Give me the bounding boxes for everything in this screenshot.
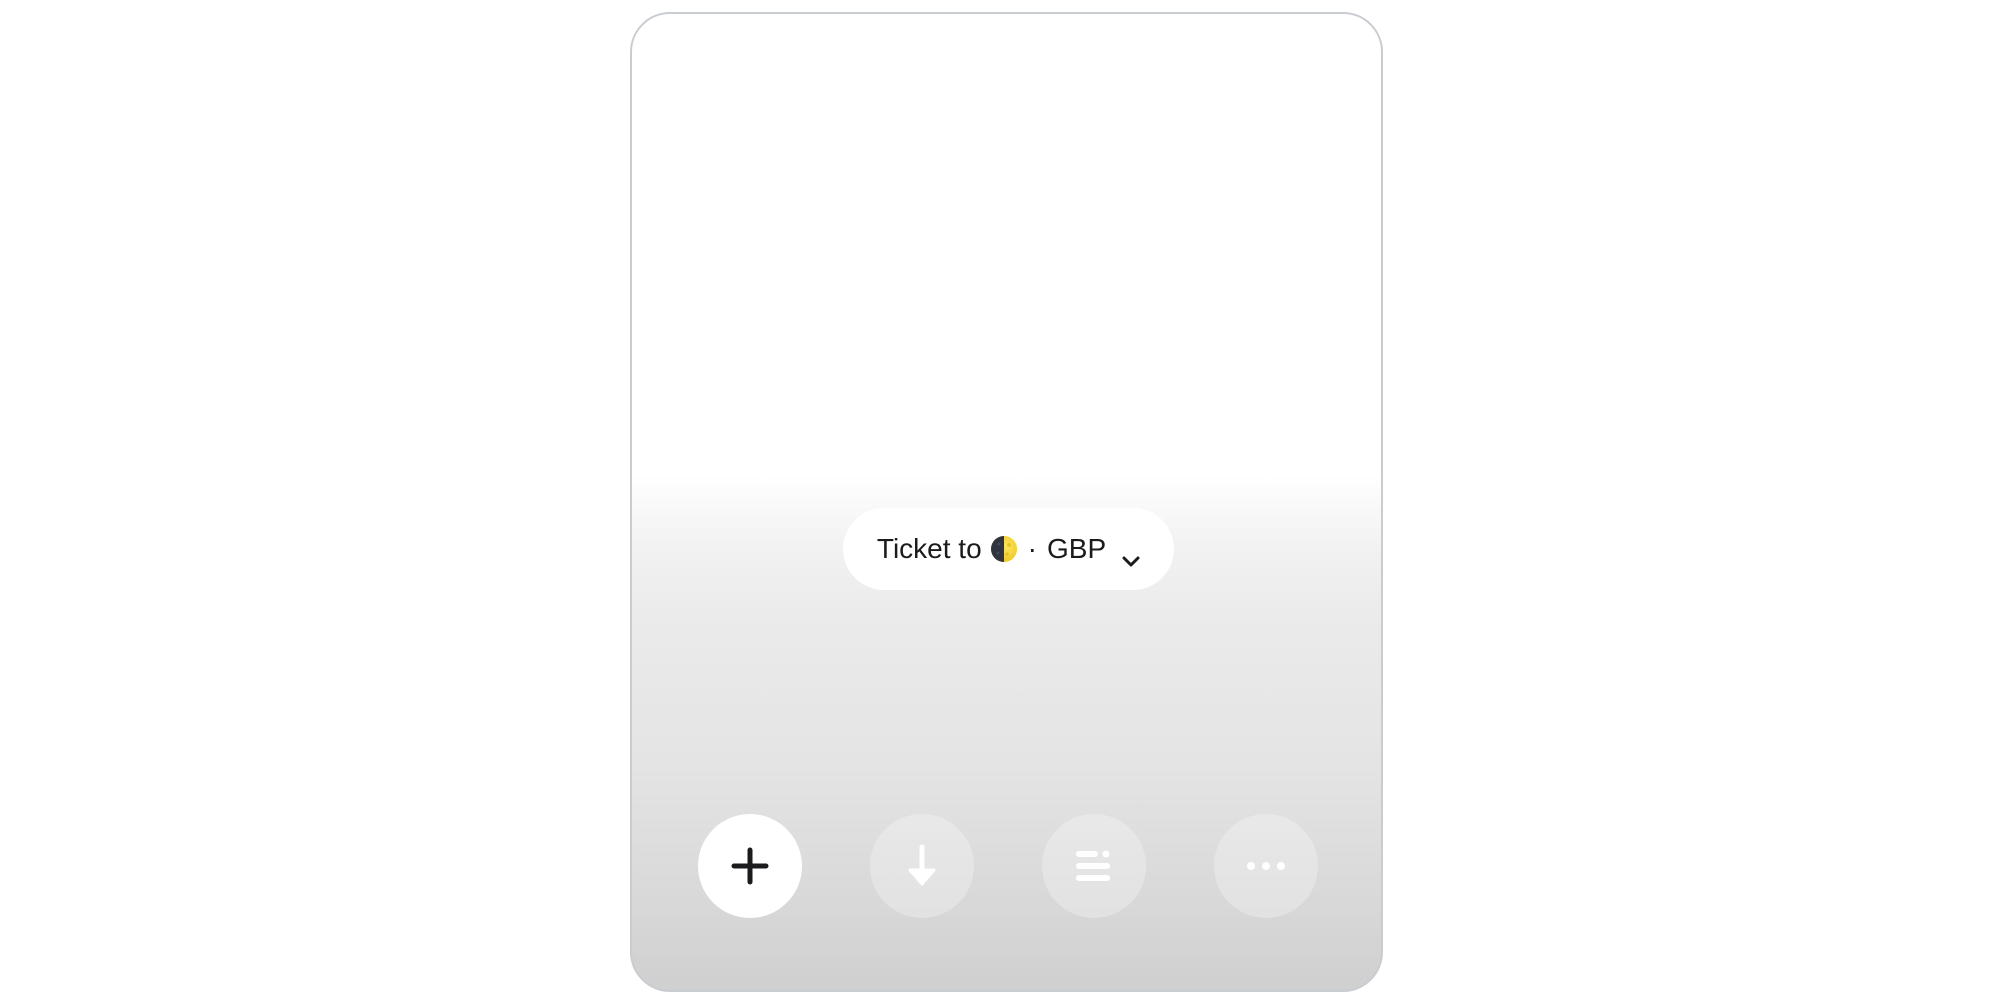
action-bar <box>632 814 1381 918</box>
more-button[interactable] <box>1214 814 1318 918</box>
plus-icon <box>731 847 769 885</box>
download-button[interactable] <box>870 814 974 918</box>
selector-text: Ticket to · GBP <box>876 533 1140 567</box>
arrow-down-icon <box>908 844 936 886</box>
separator-dot: · <box>1027 533 1037 564</box>
selector-label: Ticket to <box>876 533 982 564</box>
ticket-card: Ticket to · GBP <box>630 12 1383 992</box>
chevron-down-icon <box>1122 543 1140 567</box>
add-button[interactable] <box>698 814 802 918</box>
more-dots-icon <box>1247 862 1285 870</box>
list-icon <box>1076 850 1110 881</box>
ticket-currency-selector[interactable]: Ticket to · GBP <box>843 508 1174 590</box>
first-quarter-moon-icon <box>990 535 1018 563</box>
currency-code: GBP <box>1046 533 1107 564</box>
list-button[interactable] <box>1042 814 1146 918</box>
